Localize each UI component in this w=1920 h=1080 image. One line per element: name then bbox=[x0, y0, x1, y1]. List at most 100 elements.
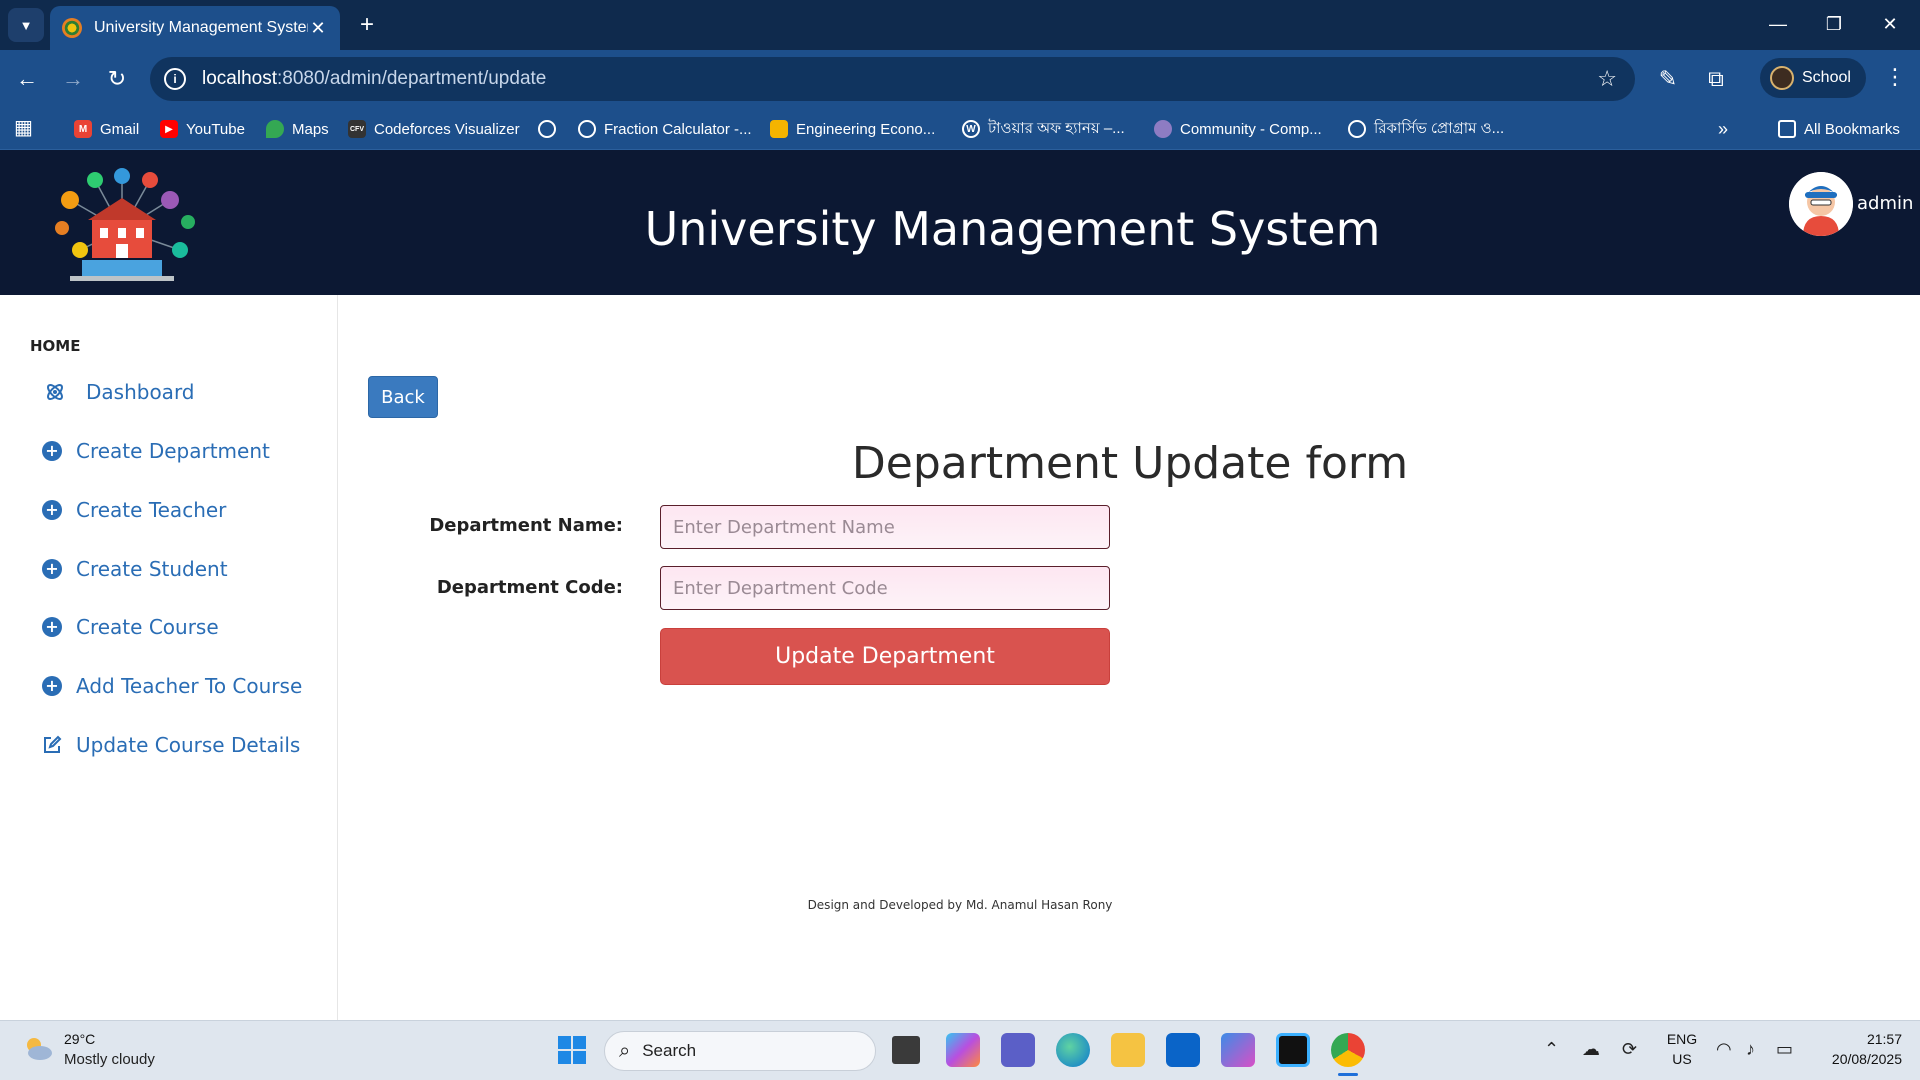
bookmarks-overflow-icon[interactable]: » bbox=[1718, 117, 1728, 141]
tab-title: University Management System bbox=[94, 19, 308, 36]
chevron-down-icon: ▼ bbox=[19, 17, 33, 33]
eyedropper-icon[interactable]: ✎ bbox=[1652, 63, 1684, 95]
youtube-icon: ▶ bbox=[160, 120, 178, 138]
close-window-button[interactable]: ✕ bbox=[1870, 8, 1910, 40]
gmail-icon: M bbox=[74, 120, 92, 138]
minimize-button[interactable]: — bbox=[1758, 8, 1798, 40]
outlook-icon[interactable] bbox=[1166, 1033, 1200, 1067]
sidebar-item-create-teacher[interactable]: + Create Teacher bbox=[42, 495, 226, 525]
app-header: University Management System admin bbox=[0, 150, 1920, 295]
edit-icon bbox=[44, 735, 62, 753]
tab-search-button[interactable]: ▼ bbox=[8, 8, 44, 42]
sidebar-item-create-department[interactable]: + Create Department bbox=[42, 436, 270, 466]
bookmark-codeforces-visualizer[interactable]: CFV Codeforces Visualizer bbox=[348, 117, 520, 141]
folder-icon bbox=[1778, 120, 1796, 138]
windows-start-icon[interactable] bbox=[555, 1033, 589, 1067]
browser-toolbar: ← → ↻ i localhost:8080/admin/department/… bbox=[0, 50, 1920, 108]
department-code-input[interactable] bbox=[660, 566, 1110, 610]
sidebar-item-dashboard[interactable]: Dashboard bbox=[44, 377, 195, 407]
bookmark-tower-of-hanoi[interactable]: W টাওয়ার অফ হ্যানয় –... bbox=[962, 117, 1125, 141]
show-hidden-icons-icon[interactable]: ⌃ bbox=[1544, 1039, 1559, 1060]
back-arrow-icon[interactable]: ← bbox=[10, 63, 44, 95]
sidebar-item-label: Create Teacher bbox=[76, 498, 227, 522]
task-view-icon[interactable] bbox=[892, 1036, 920, 1064]
language-region: US bbox=[1672, 1051, 1692, 1067]
profile-name: School bbox=[1802, 69, 1851, 86]
sidebar-item-update-course-details[interactable]: Update Course Details bbox=[42, 730, 300, 760]
clock-time[interactable]: 21:57 bbox=[1812, 1031, 1902, 1047]
weather-description: Mostly cloudy bbox=[64, 1051, 155, 1068]
new-tab-button[interactable]: + bbox=[352, 10, 382, 40]
extensions-icon[interactable]: ⧉ bbox=[1700, 63, 1732, 95]
sidebar-item-label: Create Student bbox=[76, 557, 228, 581]
department-code-label: Department Code: bbox=[436, 577, 623, 598]
apps-grid-icon[interactable]: ▦ bbox=[14, 115, 33, 140]
maps-icon bbox=[266, 120, 284, 138]
browser-menu-icon[interactable]: ⋮ bbox=[1880, 64, 1910, 90]
m365-icon[interactable] bbox=[1221, 1033, 1255, 1067]
sidebar-item-create-course[interactable]: + Create Course bbox=[42, 612, 219, 642]
taskbar-search[interactable]: ⌕ Search bbox=[604, 1031, 876, 1071]
edge-icon[interactable] bbox=[1056, 1033, 1090, 1067]
plus-circle-icon: + bbox=[42, 559, 62, 579]
admin-username[interactable]: admin bbox=[1857, 193, 1913, 214]
app-title: University Management System bbox=[644, 202, 1381, 256]
weather-temperature: 29°C bbox=[64, 1031, 96, 1047]
wifi-icon[interactable]: ◠ bbox=[1716, 1039, 1732, 1060]
sidebar-item-add-teacher-to-course[interactable]: + Add Teacher To Course bbox=[42, 671, 302, 701]
url-host: localhost bbox=[202, 68, 277, 89]
cloudy-weather-icon[interactable] bbox=[22, 1035, 54, 1061]
department-name-input[interactable] bbox=[660, 505, 1110, 549]
bookmark-gmail[interactable]: M Gmail bbox=[74, 117, 139, 141]
browser-tab-active[interactable]: University Management System ✕ bbox=[50, 6, 340, 50]
sidebar-item-label: Add Teacher To Course bbox=[76, 674, 303, 698]
update-department-button[interactable]: Update Department bbox=[660, 628, 1110, 685]
battery-icon[interactable]: ▭ bbox=[1776, 1039, 1793, 1060]
copilot-icon[interactable] bbox=[946, 1033, 980, 1067]
reload-icon[interactable]: ↻ bbox=[100, 63, 134, 95]
browser-tab-bar: ▼ University Management System ✕ + — ❐ ✕ bbox=[0, 0, 1920, 50]
plus-circle-icon: + bbox=[42, 676, 62, 696]
address-bar[interactable]: i localhost:8080/admin/department/update… bbox=[150, 57, 1635, 101]
bookmark-globe[interactable] bbox=[538, 117, 556, 141]
bookmark-youtube[interactable]: ▶ YouTube bbox=[160, 117, 245, 141]
department-name-label: Department Name: bbox=[429, 515, 623, 536]
admin-avatar[interactable] bbox=[1789, 172, 1853, 236]
sidebar-home-heading: HOME bbox=[30, 337, 81, 355]
forward-arrow-icon[interactable]: → bbox=[56, 63, 90, 95]
footer-credit: Design and Developed by Md. Anamul Hasan… bbox=[807, 898, 1113, 912]
sidebar-item-create-student[interactable]: + Create Student bbox=[42, 554, 228, 584]
wordpress-icon: W bbox=[962, 120, 980, 138]
globe-icon bbox=[578, 120, 596, 138]
sidebar-item-label: Update Course Details bbox=[76, 733, 301, 757]
profile-button[interactable]: School bbox=[1760, 58, 1866, 98]
bookmark-star-icon[interactable]: ☆ bbox=[1597, 66, 1617, 92]
onedrive-icon[interactable]: ☁ bbox=[1582, 1039, 1600, 1060]
search-icon: ⌕ bbox=[619, 1039, 631, 1062]
bookmark-recursive-program[interactable]: রিকার্সিভ প্রোগ্রাম ও... bbox=[1348, 117, 1504, 141]
bookmark-maps[interactable]: Maps bbox=[266, 117, 329, 141]
chrome-icon[interactable] bbox=[1331, 1033, 1365, 1067]
back-button[interactable]: Back bbox=[368, 376, 438, 418]
slides-icon bbox=[770, 120, 788, 138]
site-info-icon[interactable]: i bbox=[164, 68, 186, 90]
sidebar-item-label: Create Course bbox=[76, 615, 219, 639]
intellij-icon[interactable] bbox=[1276, 1033, 1310, 1067]
bookmark-engineering-economics[interactable]: Engineering Econo... bbox=[770, 117, 935, 141]
teams-icon[interactable] bbox=[1001, 1033, 1035, 1067]
sync-icon[interactable]: ⟳ bbox=[1622, 1039, 1637, 1060]
cfv-icon: CFV bbox=[348, 120, 366, 138]
plus-circle-icon: + bbox=[42, 441, 62, 461]
all-bookmarks-button[interactable]: All Bookmarks bbox=[1778, 117, 1900, 141]
language-indicator[interactable]: ENG bbox=[1664, 1031, 1700, 1047]
tab-close-icon[interactable]: ✕ bbox=[308, 18, 328, 39]
clock-date[interactable]: 20/08/2025 bbox=[1812, 1051, 1902, 1067]
bookmark-community[interactable]: Community - Comp... bbox=[1154, 117, 1322, 141]
globe-icon bbox=[538, 120, 556, 138]
file-explorer-icon[interactable] bbox=[1111, 1033, 1145, 1067]
profile-avatar bbox=[1770, 66, 1794, 90]
community-icon bbox=[1154, 120, 1172, 138]
bookmark-fraction-calculator[interactable]: Fraction Calculator -... bbox=[578, 117, 752, 141]
restore-button[interactable]: ❐ bbox=[1814, 8, 1854, 40]
volume-icon[interactable]: ♪ bbox=[1746, 1039, 1755, 1060]
